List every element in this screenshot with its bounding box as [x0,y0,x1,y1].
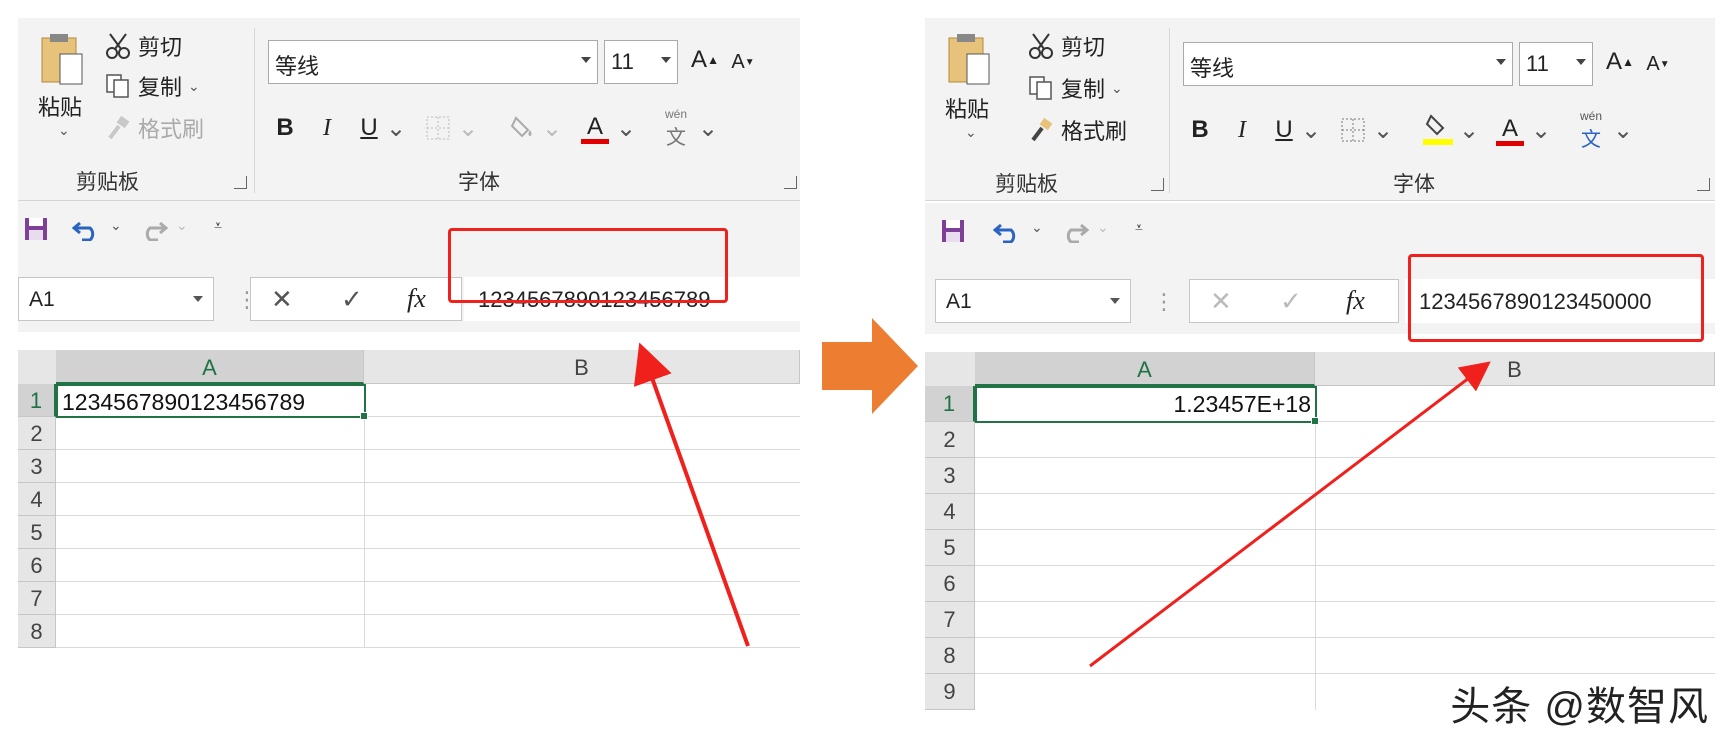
annotation-arrow-right [1089,361,1491,668]
annotation-arrow-left [633,342,750,647]
annotation-arrows [633,342,1491,668]
watermark: 头条 @数智风 [1450,685,1709,729]
